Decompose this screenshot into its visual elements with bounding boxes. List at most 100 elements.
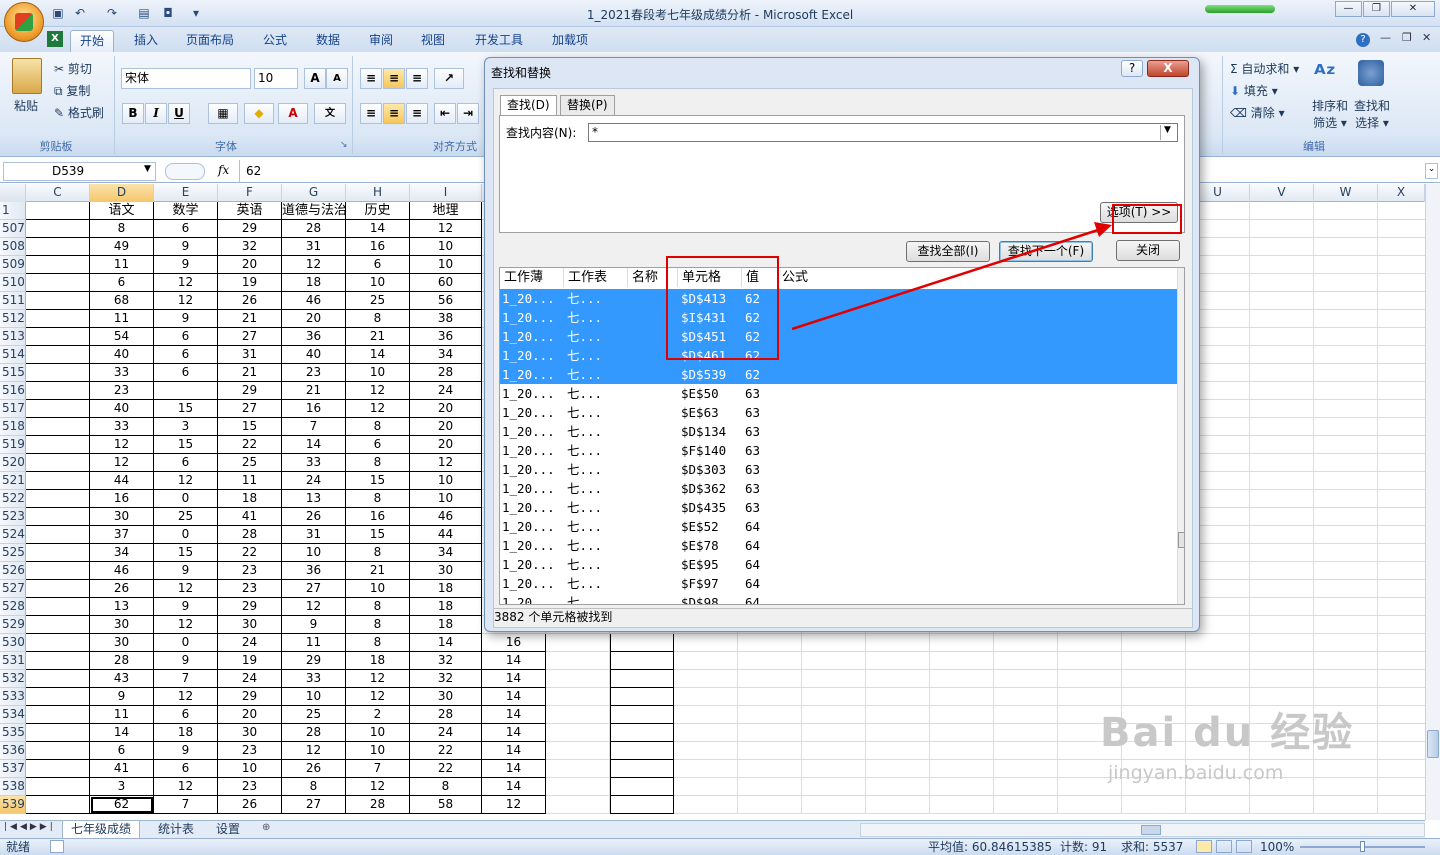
grid-cell[interactable]: 46	[410, 508, 482, 526]
grid-cell[interactable]: 18	[154, 724, 218, 742]
paste-icon[interactable]	[12, 58, 42, 94]
grid-cell[interactable]: 32	[410, 670, 482, 688]
grid-cell[interactable]	[674, 796, 738, 814]
grid-cell[interactable]	[1378, 364, 1425, 382]
grid-cell[interactable]: 14	[482, 706, 546, 724]
result-row[interactable]: 1_20... 七... $E$63 63	[500, 403, 1177, 422]
grid-cell[interactable]	[994, 652, 1058, 670]
grid-cell[interactable]: 30	[218, 616, 282, 634]
grid-cell[interactable]	[1250, 346, 1314, 364]
paste-button[interactable]: 粘贴	[14, 97, 38, 114]
page-layout-view-icon[interactable]	[1216, 840, 1232, 853]
grid-cell[interactable]: 37	[90, 526, 154, 544]
grid-cell[interactable]: 3	[90, 778, 154, 796]
grid-cell[interactable]	[866, 796, 930, 814]
grid-cell[interactable]: 27	[218, 328, 282, 346]
grid-cell[interactable]	[866, 634, 930, 652]
grid-cell[interactable]: 12	[346, 400, 410, 418]
header-cell[interactable]	[26, 202, 90, 220]
result-row[interactable]: 1_20... 七... $D$134 63	[500, 422, 1177, 441]
column-header-d[interactable]: D	[90, 184, 154, 202]
grid-cell[interactable]	[1378, 202, 1425, 220]
row-header[interactable]: 536	[0, 742, 26, 760]
grid-cell[interactable]: 6	[346, 436, 410, 454]
grid-cell[interactable]	[1250, 634, 1314, 652]
grid-cell[interactable]: 14	[482, 760, 546, 778]
grid-cell[interactable]: 14	[482, 670, 546, 688]
increase-indent-button[interactable]: ⇥	[457, 103, 479, 124]
grid-cell[interactable]: 12	[346, 670, 410, 688]
grid-cell[interactable]: 9	[154, 742, 218, 760]
grid-cell[interactable]: 6	[154, 328, 218, 346]
column-header-v[interactable]: V	[1250, 184, 1314, 202]
grid-cell[interactable]: 0	[154, 526, 218, 544]
grid-cell[interactable]: 7	[154, 670, 218, 688]
grid-cell[interactable]	[802, 796, 866, 814]
grid-cell[interactable]	[546, 670, 610, 688]
grid-cell[interactable]	[994, 724, 1058, 742]
zoom-level[interactable]: 100%	[1260, 839, 1294, 855]
grid-cell[interactable]	[738, 742, 802, 760]
grid-cell[interactable]	[1314, 544, 1378, 562]
tab-home[interactable]: 开始	[70, 30, 115, 52]
grid-cell[interactable]: 14	[482, 724, 546, 742]
grid-cell[interactable]: 15	[346, 472, 410, 490]
grid-cell[interactable]: 29	[218, 688, 282, 706]
grid-cell[interactable]	[610, 760, 674, 778]
grid-cell[interactable]	[802, 634, 866, 652]
results-list[interactable]: 工作薄 工作表 名称 单元格 值 公式 1_20... 七... $D$413 62 1…	[499, 267, 1185, 605]
result-row[interactable]: 1_20... 七... $E$50 63	[500, 384, 1177, 403]
grid-cell[interactable]: 40	[90, 400, 154, 418]
grid-cell[interactable]: 36	[282, 562, 346, 580]
column-header-c[interactable]: C	[26, 184, 90, 202]
grid-cell[interactable]: 34	[410, 346, 482, 364]
grid-cell[interactable]	[1314, 346, 1378, 364]
cut-button[interactable]: ✂ 剪切	[54, 60, 92, 77]
grid-cell[interactable]: 23	[218, 778, 282, 796]
shrink-font-button[interactable]: A	[326, 68, 348, 89]
result-row[interactable]: 1_20... 七... $D$362 63	[500, 479, 1177, 498]
grid-cell[interactable]	[1122, 634, 1186, 652]
grid-cell[interactable]: 12	[282, 598, 346, 616]
column-header-i[interactable]: I	[410, 184, 482, 202]
grid-cell[interactable]	[1250, 220, 1314, 238]
result-row[interactable]: 1_20... 七... $D$539 62	[500, 365, 1177, 384]
grid-cell[interactable]	[1314, 616, 1378, 634]
grid-cell[interactable]	[26, 760, 90, 778]
grid-cell[interactable]	[26, 292, 90, 310]
align-bottom-button[interactable]: ≡	[406, 68, 428, 89]
tab-data[interactable]: 数据	[307, 30, 349, 52]
row-header[interactable]: 517	[0, 400, 26, 418]
grid-cell[interactable]	[1186, 796, 1250, 814]
grid-cell[interactable]: 46	[90, 562, 154, 580]
grid-cell[interactable]	[802, 724, 866, 742]
grid-cell[interactable]: 11	[218, 472, 282, 490]
grid-cell[interactable]: 14	[90, 724, 154, 742]
grid-cell[interactable]: 28	[90, 652, 154, 670]
grid-cell[interactable]: 28	[346, 796, 410, 814]
grid-cell[interactable]	[26, 742, 90, 760]
grid-cell[interactable]	[1314, 328, 1378, 346]
minimize-button[interactable]: —	[1335, 1, 1362, 17]
grid-cell[interactable]: 15	[154, 436, 218, 454]
grid-cell[interactable]	[1250, 256, 1314, 274]
grid-cell[interactable]	[26, 508, 90, 526]
grid-cell[interactable]: 11	[282, 634, 346, 652]
results-header-formula[interactable]: 公式	[778, 268, 1177, 287]
grid-cell[interactable]	[738, 778, 802, 796]
grid-cell[interactable]: 9	[154, 256, 218, 274]
grid-cell[interactable]	[1314, 220, 1378, 238]
grid-cell[interactable]	[1122, 652, 1186, 670]
grid-cell[interactable]: 10	[410, 472, 482, 490]
grid-cell[interactable]	[802, 706, 866, 724]
grid-cell[interactable]: 6	[154, 364, 218, 382]
grid-cell[interactable]	[674, 652, 738, 670]
grid-cell[interactable]: 28	[282, 724, 346, 742]
grid-cell[interactable]	[26, 688, 90, 706]
grid-cell[interactable]	[1314, 400, 1378, 418]
grid-cell[interactable]	[1250, 670, 1314, 688]
grid-cell[interactable]: 18	[410, 598, 482, 616]
name-box-dropdown-icon[interactable]: ▼	[144, 164, 151, 174]
phonetic-button[interactable]: 文	[314, 103, 346, 124]
grid-cell[interactable]	[674, 670, 738, 688]
